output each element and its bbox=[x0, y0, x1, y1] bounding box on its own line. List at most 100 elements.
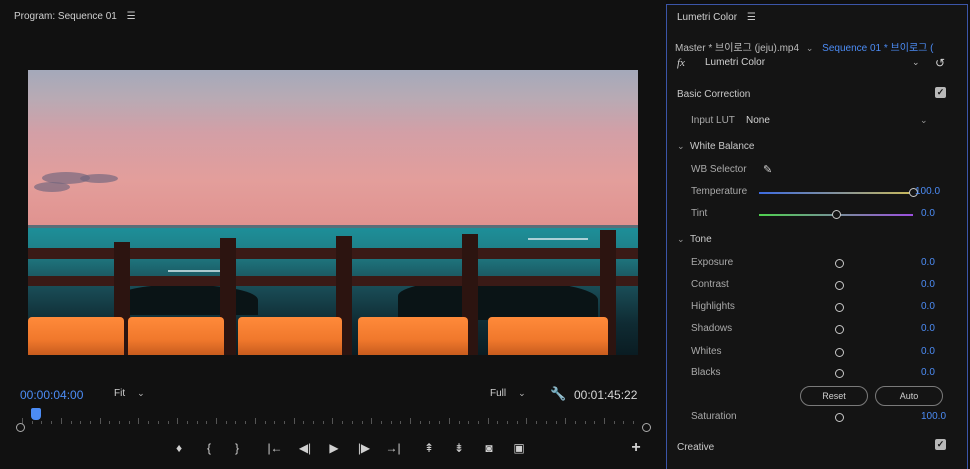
whites-value[interactable]: 0.0 bbox=[921, 346, 961, 357]
current-timecode[interactable]: 00:00:04:00 bbox=[20, 388, 83, 402]
step-forward-button[interactable]: |▶ bbox=[355, 440, 373, 456]
exposure-knob[interactable] bbox=[835, 259, 844, 268]
ruler-tick bbox=[80, 421, 82, 424]
exposure-value[interactable]: 0.0 bbox=[921, 257, 961, 268]
basic-correction-checkbox[interactable]: ✓ bbox=[935, 87, 946, 98]
ruler-tick bbox=[400, 421, 402, 424]
hamburger-icon[interactable]: ☰ bbox=[127, 11, 136, 22]
ruler-tick bbox=[545, 421, 547, 424]
ruler-tick bbox=[313, 421, 314, 424]
quality-dropdown[interactable]: Full ⌄ bbox=[490, 388, 526, 399]
input-lut-select[interactable]: None bbox=[746, 115, 770, 126]
master-clip-label[interactable]: Master * 브이로그 (jeju).mp4 bbox=[675, 43, 799, 54]
zoom-end-handle[interactable] bbox=[642, 423, 651, 432]
highlights-knob[interactable] bbox=[835, 303, 844, 312]
ruler-tick bbox=[264, 421, 266, 424]
ruler-tick bbox=[487, 418, 489, 424]
rock-shape bbox=[118, 285, 258, 315]
ruler-tick bbox=[507, 421, 508, 424]
fit-dropdown[interactable]: Fit ⌄ bbox=[114, 388, 145, 399]
tone-label: Tone bbox=[690, 234, 712, 245]
ruler-tick bbox=[477, 421, 479, 424]
sequence-clip-label[interactable]: Sequence 01 * 브이로그 ( bbox=[822, 43, 933, 54]
creative-header[interactable]: Creative bbox=[677, 442, 714, 453]
ruler-tick bbox=[536, 421, 538, 424]
program-monitor-panel: Program: Sequence 01 ☰ 00:00:04:00 Fit ⌄ … bbox=[0, 0, 666, 469]
lift-icon: ⇞ bbox=[423, 441, 435, 455]
white-balance-header[interactable]: ⌄ White Balance bbox=[677, 141, 754, 152]
hamburger-icon[interactable]: ☰ bbox=[747, 12, 756, 23]
chevron-down-icon[interactable]: ⌄ bbox=[920, 115, 928, 126]
chevron-down-icon[interactable]: ⌄ bbox=[912, 57, 920, 68]
eyedropper-icon[interactable]: ✎ bbox=[763, 163, 772, 176]
contrast-knob[interactable] bbox=[835, 281, 844, 290]
add-marker-button[interactable]: ♦ bbox=[170, 440, 188, 456]
playhead[interactable] bbox=[30, 408, 41, 420]
temperature-row: Temperature 100.0 bbox=[691, 186, 961, 200]
clip-selector-row[interactable]: Master * 브이로그 (jeju).mp4 ⌄ Sequence 01 *… bbox=[675, 39, 969, 54]
chevron-down-icon: ⌄ bbox=[518, 388, 526, 398]
lumetri-title: Lumetri Color bbox=[677, 12, 738, 23]
whites-knob[interactable] bbox=[835, 348, 844, 357]
saturation-value[interactable]: 100.0 bbox=[921, 411, 961, 422]
temperature-slider[interactable] bbox=[759, 192, 913, 194]
foam-line bbox=[528, 238, 588, 240]
extract-button[interactable]: ⇟ bbox=[450, 440, 468, 456]
reset-button[interactable]: Reset bbox=[800, 386, 868, 406]
ruler-tick bbox=[31, 421, 33, 424]
go-to-in-button[interactable]: |← bbox=[266, 440, 284, 456]
time-ruler[interactable] bbox=[16, 408, 646, 424]
saturation-knob[interactable] bbox=[835, 413, 844, 422]
program-panel-title[interactable]: Program: Sequence 01 ☰ bbox=[14, 11, 136, 22]
fx-badge[interactable]: fx bbox=[677, 57, 685, 69]
ruler-tick bbox=[439, 421, 441, 424]
export-frame-button[interactable]: ◙ bbox=[480, 440, 498, 456]
chevron-down-icon: ⌄ bbox=[677, 141, 685, 151]
ruler-tick bbox=[342, 421, 344, 424]
shadows-knob[interactable] bbox=[835, 325, 844, 334]
blacks-knob[interactable] bbox=[835, 369, 844, 378]
input-lut-row: Input LUT None ⌄ bbox=[691, 115, 961, 129]
basic-correction-header[interactable]: Basic Correction bbox=[677, 89, 750, 100]
zoom-start-handle[interactable] bbox=[16, 423, 25, 432]
tint-label: Tint bbox=[691, 208, 708, 219]
contrast-label: Contrast bbox=[691, 279, 729, 290]
lumetri-panel-title[interactable]: Lumetri Color ☰ bbox=[677, 12, 756, 23]
button-editor-button[interactable]: + bbox=[627, 440, 645, 456]
whites-label: Whites bbox=[691, 346, 722, 357]
orange-barrier bbox=[238, 317, 342, 355]
video-preview[interactable] bbox=[28, 70, 638, 355]
blacks-value[interactable]: 0.0 bbox=[921, 367, 961, 378]
reset-effect-icon[interactable]: ↺ bbox=[935, 56, 945, 70]
mark-out-button[interactable]: } bbox=[228, 440, 246, 456]
ruler-tick bbox=[497, 421, 499, 424]
go-to-out-button[interactable]: →| bbox=[384, 440, 402, 456]
wrench-icon[interactable]: 🔧 bbox=[550, 386, 566, 402]
foam-line bbox=[168, 270, 228, 272]
marker-icon: ♦ bbox=[175, 441, 183, 455]
blacks-label: Blacks bbox=[691, 367, 721, 378]
chevron-down-icon[interactable]: ⌄ bbox=[806, 43, 814, 53]
lift-button[interactable]: ⇞ bbox=[420, 440, 438, 456]
mark-in-button[interactable]: { bbox=[200, 440, 218, 456]
ruler-tick bbox=[138, 418, 140, 424]
ruler-tick bbox=[196, 421, 198, 424]
ruler-tick bbox=[41, 421, 43, 424]
tone-header[interactable]: ⌄ Tone bbox=[677, 234, 712, 245]
tint-knob[interactable] bbox=[832, 210, 841, 219]
ruler-tick bbox=[167, 421, 169, 424]
auto-button[interactable]: Auto bbox=[875, 386, 943, 406]
creative-checkbox[interactable]: ✓ bbox=[935, 439, 946, 450]
extract-icon: ⇟ bbox=[453, 441, 465, 455]
ruler-tick bbox=[206, 421, 208, 424]
highlights-value[interactable]: 0.0 bbox=[921, 301, 961, 312]
tint-value[interactable]: 0.0 bbox=[921, 208, 961, 219]
temperature-value[interactable]: 100.0 bbox=[915, 186, 955, 197]
step-back-button[interactable]: ◀| bbox=[296, 440, 314, 456]
play-button[interactable]: ▶ bbox=[325, 440, 343, 456]
effect-name: Lumetri Color bbox=[705, 57, 766, 68]
chevron-down-icon: ⌄ bbox=[137, 388, 145, 398]
shadows-value[interactable]: 0.0 bbox=[921, 323, 961, 334]
contrast-value[interactable]: 0.0 bbox=[921, 279, 961, 290]
comparison-view-button[interactable]: ▣ bbox=[510, 440, 528, 456]
